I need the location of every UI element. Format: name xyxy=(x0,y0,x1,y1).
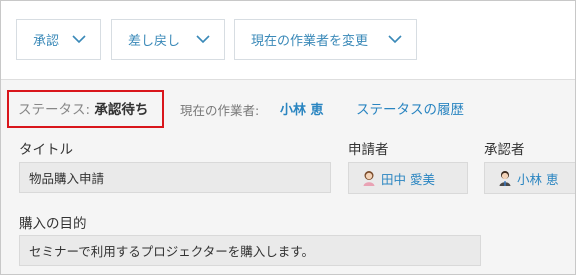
approve-button[interactable]: 承認 xyxy=(16,19,101,60)
status-history-link[interactable]: ステータスの履歴 xyxy=(356,98,464,118)
send-back-button[interactable]: 差し戻し xyxy=(111,19,225,60)
action-toolbar: 承認 差し戻し 現在の作業者を変更 xyxy=(1,1,575,80)
workflow-request-panel: 承認 差し戻し 現在の作業者を変更 ステータス: 承認待ち 現在の作業者: 小林… xyxy=(0,0,576,275)
chevron-down-icon xyxy=(388,35,402,44)
change-worker-button-label: 現在の作業者を変更 xyxy=(251,34,369,49)
approver-user[interactable]: 小林 恵 xyxy=(484,162,575,194)
purpose-field-label: 購入の目的 xyxy=(19,216,87,232)
approver-field-label: 承認者 xyxy=(484,142,525,158)
purpose-field-value: セミナーで利用するプロジェクターを購入します。 xyxy=(19,235,481,266)
chevron-down-icon xyxy=(72,35,86,44)
status-label: ステータス: xyxy=(18,102,91,118)
approver-name: 小林 恵 xyxy=(517,171,559,187)
applicant-user[interactable]: 田中 愛美 xyxy=(348,162,468,194)
current-worker-label: 現在の作業者: xyxy=(180,103,260,118)
user-avatar-male-icon xyxy=(499,171,511,186)
current-worker-name[interactable]: 小林 恵 xyxy=(280,99,324,118)
status-value: 承認待ち xyxy=(94,102,149,118)
approve-button-label: 承認 xyxy=(33,34,60,49)
title-value-text: 物品購入申請 xyxy=(29,171,105,186)
send-back-button-label: 差し戻し xyxy=(128,34,181,49)
chevron-down-icon xyxy=(196,35,210,44)
title-field-label: タイトル xyxy=(19,142,73,158)
title-field-value: 物品購入申請 xyxy=(19,162,331,193)
user-avatar-female-icon xyxy=(363,171,375,186)
applicant-name: 田中 愛美 xyxy=(381,171,435,187)
status-display: ステータス: 承認待ち xyxy=(18,98,148,118)
applicant-field-label: 申請者 xyxy=(348,142,389,158)
change-worker-button[interactable]: 現在の作業者を変更 xyxy=(234,19,417,60)
purpose-value-text: セミナーで利用するプロジェクターを購入します。 xyxy=(29,244,315,259)
